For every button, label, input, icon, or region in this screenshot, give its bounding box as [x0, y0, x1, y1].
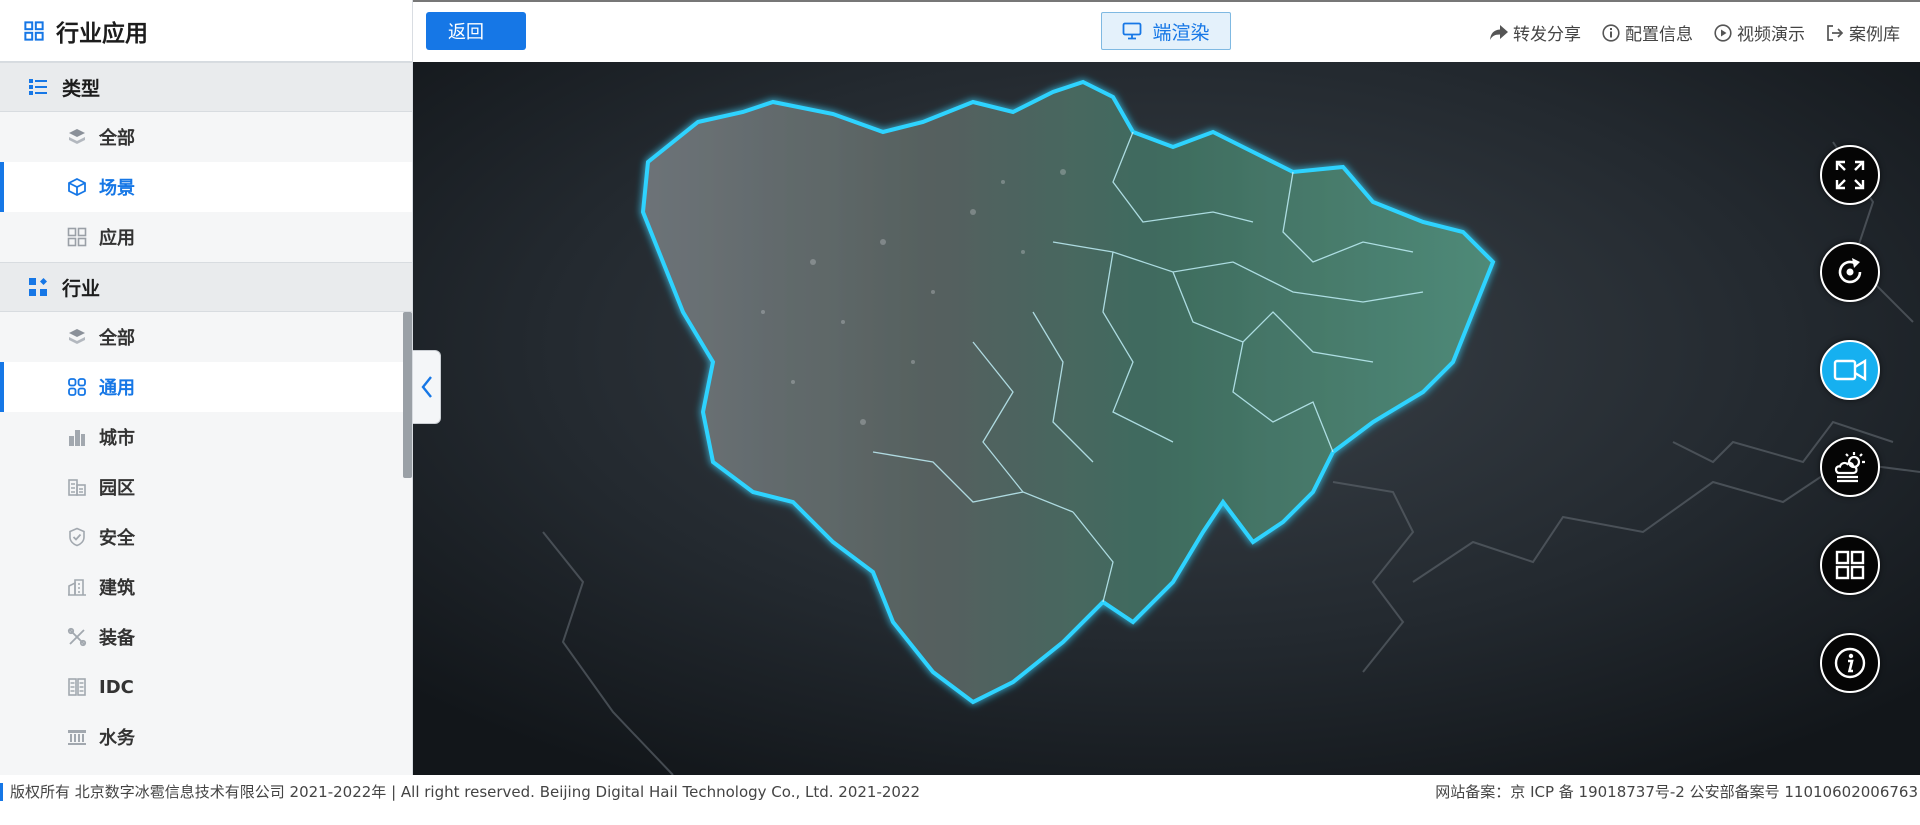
apps-icon [67, 377, 87, 397]
sidebar-item-security[interactable]: 安全 [0, 512, 412, 562]
sidebar-item-idc[interactable]: IDC [0, 662, 412, 712]
map-viewport[interactable] [413, 62, 1920, 775]
collapse-sidebar-button[interactable] [413, 350, 441, 424]
sidebar-item-water[interactable]: 水务 [0, 712, 412, 762]
sidebar-item-label: IDC [99, 676, 134, 698]
sidebar-scrollbar[interactable] [403, 312, 412, 478]
water-icon [67, 727, 87, 747]
group-industry[interactable]: 行业 [0, 262, 412, 312]
render-label: 端渲染 [1152, 21, 1210, 44]
sidebar-item-label: 应用 [99, 228, 135, 249]
category-icon [28, 277, 48, 297]
sidebar-item-label: 场景 [99, 178, 135, 199]
group-label: 类型 [62, 77, 101, 100]
record-text: 网站备案：京 ICP 备 19018737号-2 公安部备案号 11010602… [1435, 783, 1918, 801]
sidebar-item-city[interactable]: 城市 [0, 412, 412, 462]
tools-icon [67, 627, 87, 647]
video-button[interactable] [1820, 340, 1880, 400]
share-label: 转发分享 [1513, 25, 1581, 45]
video-demo-label: 视频演示 [1737, 25, 1805, 45]
server-icon [67, 677, 87, 697]
rotate-icon [1833, 255, 1867, 289]
park-icon [67, 477, 87, 497]
footer: 版权所有 北京数字冰雹信息技术有限公司 2021-2022年 | All rig… [0, 775, 1920, 825]
sidebar: 行业应用 类型 全部 场景 应用 行业 全部 通用 城市 园区 安全 建筑 装备… [0, 0, 413, 775]
sidebar-item-park[interactable]: 园区 [0, 462, 412, 512]
sidebar-item-label: 水务 [99, 728, 135, 749]
info-icon [1833, 646, 1867, 680]
terrain-map-image [413, 62, 1920, 775]
sidebar-item-label: 城市 [99, 428, 135, 449]
share-icon [1489, 23, 1509, 43]
cube-icon [67, 177, 87, 197]
top-links: 转发分享 配置信息 视频演示 案例库 [1489, 20, 1900, 45]
weather-button[interactable] [1820, 437, 1880, 497]
fullscreen-button[interactable] [1820, 145, 1880, 205]
layers-icon [67, 127, 87, 147]
shield-icon [67, 527, 87, 547]
layers-icon [67, 327, 87, 347]
sidebar-item-label: 建筑 [99, 578, 135, 599]
video-icon [1832, 353, 1868, 387]
building-icon [67, 577, 87, 597]
video-demo-link[interactable]: 视频演示 [1713, 20, 1805, 45]
grid-icon [1833, 548, 1867, 582]
sidebar-item-label: 全部 [99, 328, 135, 349]
sidebar-item-label: 安全 [99, 528, 135, 549]
weather-icon [1832, 449, 1868, 485]
sidebar-item-type-all[interactable]: 全部 [0, 112, 412, 162]
group-type[interactable]: 类型 [0, 62, 412, 112]
sidebar-item-application[interactable]: 应用 [0, 212, 412, 262]
list-icon [28, 77, 48, 97]
case-library-label: 案例库 [1849, 25, 1900, 45]
sidebar-item-label: 装备 [99, 628, 135, 649]
city-icon [67, 427, 87, 447]
sidebar-item-general[interactable]: 通用 [0, 362, 412, 412]
apps-icon [24, 20, 44, 41]
sidebar-item-industry-all[interactable]: 全部 [0, 312, 412, 362]
sidebar-item-building[interactable]: 建筑 [0, 562, 412, 612]
sidebar-title: 行业应用 [56, 20, 148, 47]
group-label: 行业 [62, 277, 101, 300]
monitor-icon [1122, 21, 1142, 41]
fullscreen-icon [1833, 158, 1867, 192]
play-icon [1713, 23, 1733, 43]
sidebar-header: 行业应用 [0, 0, 412, 62]
config-label: 配置信息 [1625, 25, 1693, 45]
top-bar: 返回 端渲染 转发分享 配置信息 视频演示 案例库 [413, 0, 1920, 62]
sidebar-item-scene[interactable]: 场景 [0, 162, 412, 212]
case-library-link[interactable]: 案例库 [1825, 20, 1900, 45]
info-icon [1601, 23, 1621, 43]
sidebar-item-label: 园区 [99, 478, 135, 499]
copyright-text: 版权所有 北京数字冰雹信息技术有限公司 2021-2022年 | All rig… [0, 783, 920, 801]
info-button[interactable] [1820, 633, 1880, 693]
share-link[interactable]: 转发分享 [1489, 20, 1581, 45]
app-root: 行业应用 类型 全部 场景 应用 行业 全部 通用 城市 园区 安全 建筑 装备… [0, 0, 1920, 825]
render-button[interactable]: 端渲染 [1101, 12, 1231, 50]
back-button[interactable]: 返回 [426, 12, 526, 50]
exit-icon [1825, 23, 1845, 43]
sidebar-item-label: 通用 [99, 378, 135, 399]
sidebar-item-label: 全部 [99, 128, 135, 149]
rotate-button[interactable] [1820, 242, 1880, 302]
grid-icon [67, 227, 87, 247]
config-link[interactable]: 配置信息 [1601, 20, 1693, 45]
layout-button[interactable] [1820, 535, 1880, 595]
sidebar-item-equipment[interactable]: 装备 [0, 612, 412, 662]
chevron-left-icon [417, 376, 437, 398]
